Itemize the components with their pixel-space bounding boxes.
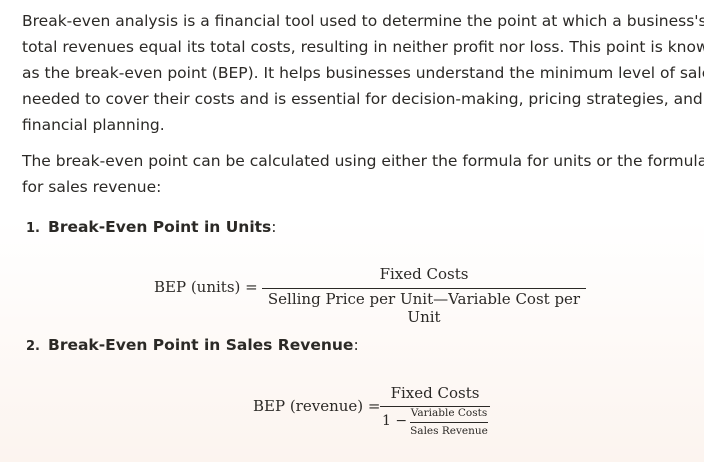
intro-line: as the break-even point (BEP). It helps … [22, 64, 704, 82]
list-item-units: 1. Break-Even Point in Units: [26, 214, 277, 242]
methods-line: for sales revenue: [22, 178, 162, 196]
inner-fraction-bar [410, 422, 488, 423]
intro-paragraph: Break-even analysis is a financial tool … [22, 8, 704, 138]
document-body: Break-even analysis is a financial tool … [22, 8, 704, 200]
inner-denominator: Sales Revenue [410, 425, 488, 437]
methods-paragraph: The break-even point can be calculated u… [22, 148, 704, 200]
formula-lhs: BEP (revenue) = [253, 397, 381, 415]
formula-numerator: Fixed Costs [379, 265, 469, 283]
intro-line: needed to cover their costs and is essen… [22, 90, 703, 108]
formula-numerator: Fixed Costs [390, 384, 480, 402]
formula-denominator: Selling Price per Unit—Variable Cost per… [267, 290, 581, 326]
formula-denominator-prefix: 1 − [382, 413, 408, 429]
list-title: Break-Even Point in Sales Revenue [48, 336, 354, 354]
list-number: 1. [26, 221, 40, 236]
fraction-bar [262, 288, 586, 289]
formula-lhs: BEP (units) = [154, 278, 258, 296]
list-item-revenue: 2. Break-Even Point in Sales Revenue: [26, 332, 359, 360]
intro-line: total revenues equal its total costs, re… [22, 38, 704, 56]
list-number: 2. [26, 339, 40, 354]
inner-numerator: Variable Costs [410, 407, 488, 419]
list-suffix: : [271, 218, 277, 236]
intro-line: Break-even analysis is a financial tool … [22, 12, 704, 30]
intro-line: financial planning. [22, 116, 165, 134]
list-title: Break-Even Point in Units [48, 218, 272, 236]
methods-line: The break-even point can be calculated u… [22, 152, 704, 170]
list-suffix: : [353, 336, 359, 354]
